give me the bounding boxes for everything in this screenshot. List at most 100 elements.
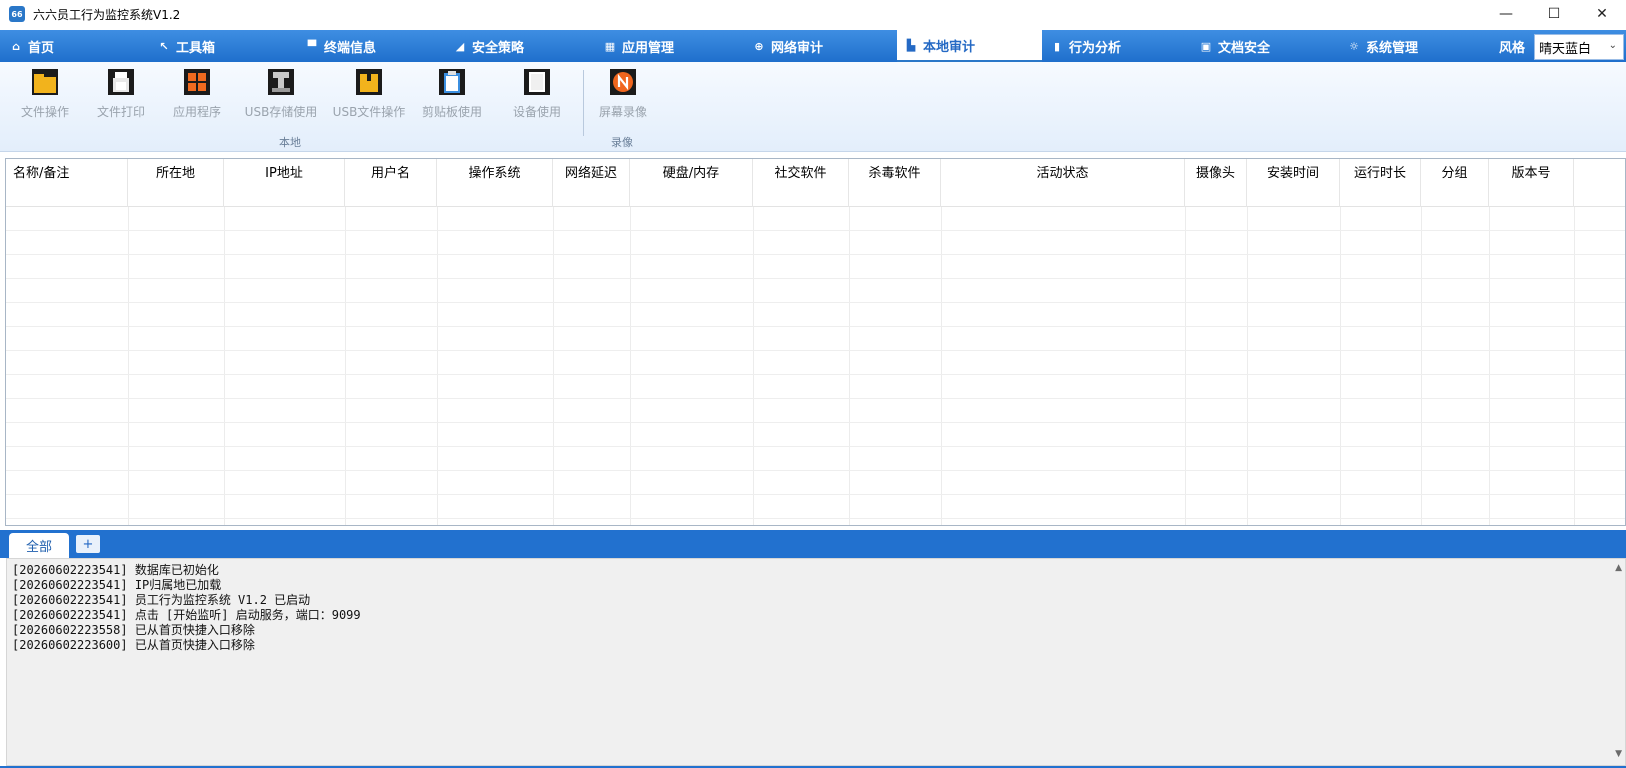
menu-security-policy-label: 安全策略 [472,40,525,56]
device-icon [523,68,551,96]
tool-usb-file-operation[interactable]: USB文件操作 [324,68,414,120]
grid-line [6,494,1625,495]
chart-icon: ▮ [1053,39,1061,53]
usb-icon [267,68,295,96]
column-header-ip[interactable]: IP地址 [224,159,345,207]
grid-icon: ▦ [604,39,616,53]
app-logo-icon: 66 [9,6,25,22]
menu-home[interactable]: ⌂ 首页 [2,30,62,62]
menu-local-audit[interactable]: ▙ 本地审计 [897,30,1042,62]
tab-all[interactable]: 全部 [9,533,69,558]
chevron-down-icon: ⌄ [1608,40,1617,51]
menu-network-audit-label: 网络审计 [771,40,824,56]
column-header-latency[interactable]: 网络延迟 [553,159,630,207]
column-header-group[interactable]: 分组 [1421,159,1489,207]
menu-app-management[interactable]: ▦ 应用管理 [596,30,682,62]
scroll-down-arrow-icon[interactable]: ▼ [1615,749,1622,759]
column-header-name[interactable]: 名称/备注 [6,159,128,207]
menu-behavior-analysis-label: 行为分析 [1069,40,1122,56]
printer-icon [107,68,135,96]
gear-icon: ☼ [1349,39,1359,53]
log-line: [20260602223541] 数据库已初始化 [12,563,219,577]
menu-document-security-label: 文档安全 [1218,40,1271,56]
scroll-up-arrow-icon[interactable]: ▲ [1615,563,1622,573]
menu-app-management-label: 应用管理 [622,40,675,56]
column-header-os[interactable]: 操作系统 [437,159,553,207]
table-header: 名称/备注 所在地 IP地址 用户名 操作系统 网络延迟 硬盘/内存 社交软件 … [6,159,1625,207]
menu-document-security[interactable]: ▣ 文档安全 [1192,30,1278,62]
title-bar: 66 六六员工行为监控系统V1.2 — ☐ ✕ [0,0,1626,28]
grid-line [6,254,1625,255]
column-header-location[interactable]: 所在地 [128,159,224,207]
style-select[interactable]: 晴天蓝白 ⌄ [1534,34,1624,60]
log-line: [20260602223541] 员工行为监控系统 V1.2 已启动 [12,593,311,607]
wrench-icon: ↖ [159,39,169,53]
log-line: [20260602223600] 已从首页快捷入口移除 [12,638,255,652]
column-header-run-duration[interactable]: 运行时长 [1340,159,1421,207]
menu-toolbox[interactable]: ↖ 工具箱 [150,30,223,62]
minimize-button[interactable]: — [1482,0,1530,28]
menu-terminal-info-label: 终端信息 [324,40,377,56]
usb-file-icon [355,68,383,96]
column-header-antivirus[interactable]: 杀毒软件 [849,159,941,207]
shield-icon: ◢ [455,39,465,53]
tool-usb-storage[interactable]: USB存储使用 [236,68,326,120]
tool-application-label: 应用程序 [172,105,221,119]
tool-application[interactable]: 应用程序 [152,68,242,120]
tool-device-usage-label: 设备使用 [512,105,561,119]
screen-record-icon [609,68,637,96]
style-label: 风格 [1499,40,1526,56]
monitor-icon: ▀ [307,39,317,53]
close-button[interactable]: ✕ [1578,0,1626,28]
menu-network-audit[interactable]: ⊕ 网络审计 [745,30,831,62]
tool-file-operation-label: 文件操作 [20,105,69,119]
column-header-disk-memory[interactable]: 硬盘/内存 [630,159,753,207]
ribbon-toolbar: 文件操作 文件打印 应用程序 USB存储使用 USB文件操作 剪贴板使用 设备使… [0,62,1626,152]
main-menu-bar: ⌂ 首页 ↖ 工具箱 ▀ 终端信息 ◢ 安全策略 ▦ 应用管理 ⊕ 网络审计 ▙ 本地审计 ▮… [0,30,1626,62]
clipboard-icon [438,68,466,96]
tool-usb-storage-label: USB存储使用 [244,105,318,119]
column-header-username[interactable]: 用户名 [345,159,437,207]
home-icon: ⌂ [12,39,20,53]
style-select-value: 晴天蓝白 [1539,41,1592,57]
globe-icon: ⊕ [754,39,764,53]
menu-behavior-analysis[interactable]: ▮ 行为分析 [1043,30,1129,62]
tool-clipboard-label: 剪贴板使用 [421,105,482,119]
grid-line [6,230,1625,231]
log-lines: [20260602223541] 数据库已初始化 [20260602223541]… [12,563,361,653]
column-header-version[interactable]: 版本号 [1489,159,1574,207]
ribbon-group-local: 本地 [279,136,301,149]
grid-line [6,398,1625,399]
menu-toolbox-label: 工具箱 [176,40,216,56]
document-icon: ▣ [1200,39,1212,53]
tool-screen-recording-label: 屏幕录像 [598,105,647,119]
log-line: [20260602223541] IP归属地已加载 [12,578,222,592]
column-header-camera[interactable]: 摄像头 [1185,159,1247,207]
column-header-activity-status[interactable]: 活动状态 [941,159,1185,207]
menu-home-label: 首页 [28,40,55,56]
menu-system-management-label: 系统管理 [1366,40,1419,56]
grid-line [6,278,1625,279]
log-panel[interactable]: [20260602223541] 数据库已初始化 [20260602223541]… [6,558,1626,766]
column-header-social-software[interactable]: 社交软件 [753,159,849,207]
window-controls: — ☐ ✕ [1482,0,1626,28]
menu-terminal-info[interactable]: ▀ 终端信息 [298,30,384,62]
folder-icon [31,68,59,96]
grid-line [6,422,1625,423]
grid-line [6,518,1625,519]
menu-security-policy[interactable]: ◢ 安全策略 [446,30,532,62]
grid-line [6,374,1625,375]
maximize-button[interactable]: ☐ [1530,0,1578,28]
grid-line [6,470,1625,471]
tool-device-usage[interactable]: 设备使用 [492,68,582,120]
tool-screen-recording[interactable]: 屏幕录像 [578,68,668,120]
grid-line [6,302,1625,303]
grid-line [6,350,1625,351]
tool-clipboard[interactable]: 剪贴板使用 [407,68,497,120]
group-tab-strip: 全部 + [0,530,1626,558]
add-tab-button[interactable]: + [76,535,100,553]
apps-icon [183,68,211,96]
column-header-install-time[interactable]: 安装时间 [1247,159,1340,207]
window-title: 六六员工行为监控系统V1.2 [33,7,181,22]
menu-system-management[interactable]: ☼ 系统管理 [1340,30,1426,62]
